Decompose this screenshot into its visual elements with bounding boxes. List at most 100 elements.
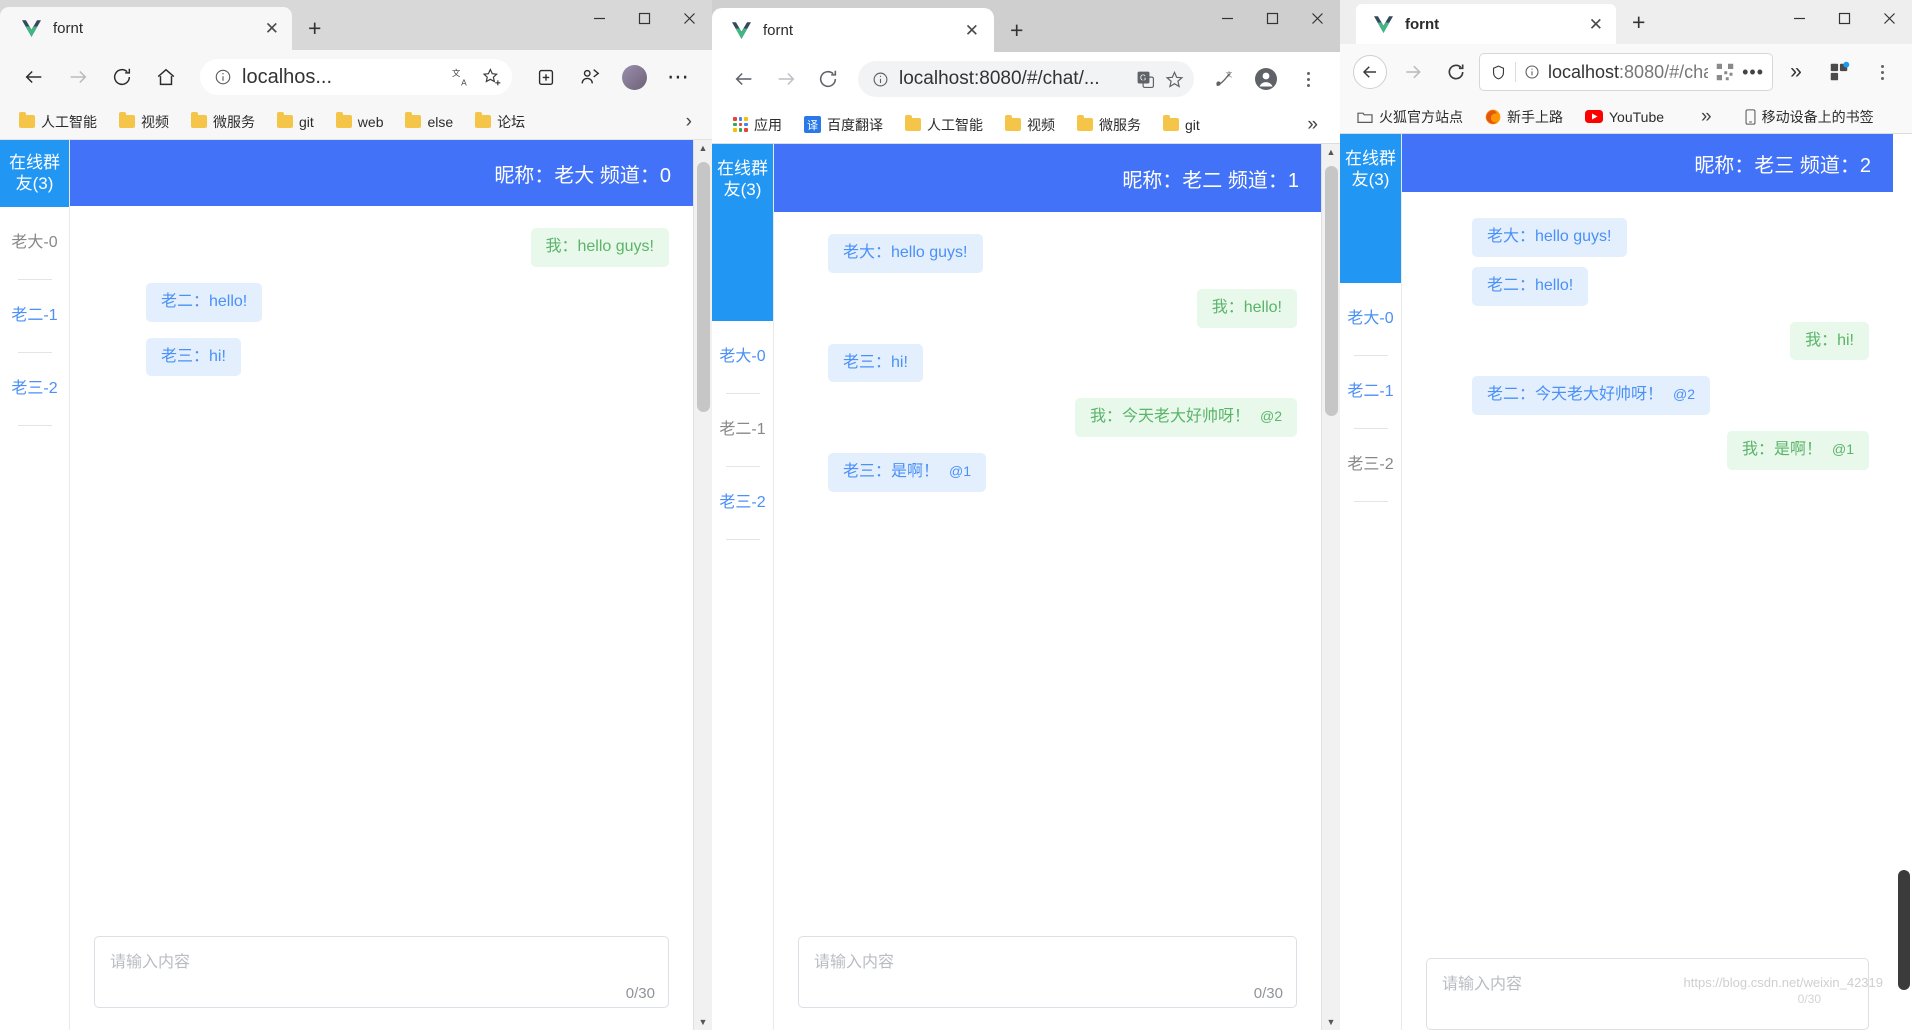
sidebar-user-item[interactable]: 老二-1 [1340, 356, 1401, 402]
back-icon[interactable] [14, 57, 54, 97]
bookmark-item[interactable]: 视频 [110, 109, 178, 135]
scroll-up-arrow[interactable]: ▲ [1327, 144, 1336, 160]
scroll-up-arrow[interactable]: ▲ [699, 140, 708, 156]
new-tab-button[interactable]: + [308, 15, 321, 42]
bookmark-item[interactable]: 人工智能 [896, 112, 992, 138]
page-scrollbar[interactable] [1893, 134, 1912, 1030]
bookmark-item[interactable]: else [396, 111, 462, 133]
bookmarks-overflow-icon[interactable]: › [676, 111, 702, 133]
address-bar[interactable]: localhost:8080/#/chat/... G [858, 61, 1194, 97]
maximize-button[interactable] [622, 0, 667, 36]
sidebar-user-item[interactable]: 老大-0 [1340, 283, 1401, 329]
browser-tab[interactable]: fornt ✕ [1356, 4, 1616, 44]
minimize-button[interactable] [577, 0, 622, 36]
info-icon[interactable] [1524, 64, 1540, 80]
kebab-menu-icon[interactable] [1288, 59, 1328, 99]
page-scrollbar[interactable]: ▲ ▼ [1321, 144, 1340, 1030]
translate-icon[interactable]: 文A [452, 67, 472, 87]
new-tab-button[interactable]: + [1632, 9, 1645, 36]
bookmark-item-mobile[interactable]: 移动设备上的书签 [1736, 104, 1883, 130]
bookmark-item[interactable]: 视频 [996, 112, 1064, 138]
bookmark-label: 微服务 [1099, 115, 1141, 135]
sidebar-user-item[interactable]: 老大-0 [712, 321, 773, 367]
firefox-tab-strip: fornt ✕ + [1340, 0, 1912, 44]
bookmark-item[interactable]: 译百度翻译 [795, 112, 892, 138]
bookmark-label: git [1185, 117, 1200, 133]
scrollbar-thumb[interactable] [1898, 870, 1910, 990]
extension-icon[interactable]: 文 [1204, 59, 1244, 99]
star-icon[interactable] [1165, 70, 1184, 89]
reload-icon[interactable] [808, 59, 848, 99]
translate-icon[interactable]: G [1136, 70, 1155, 89]
back-icon[interactable] [724, 59, 764, 99]
share-icon[interactable] [570, 57, 610, 97]
bookmark-item[interactable]: 论坛 [466, 109, 534, 135]
bookmark-item[interactable]: 新手上路 [1476, 104, 1572, 130]
close-button[interactable] [1295, 0, 1340, 36]
message-input[interactable]: 请输入内容 0/30 [94, 936, 669, 1008]
bookmark-item-apps[interactable]: 应用 [724, 112, 791, 138]
page-actions-icon[interactable]: ••• [1742, 62, 1764, 83]
minimize-button[interactable] [1205, 0, 1250, 36]
sidebar-user-item[interactable]: 老大-0 [0, 207, 69, 253]
scroll-down-arrow[interactable]: ▼ [699, 1014, 708, 1030]
sidebar-user-item[interactable]: 老三-2 [712, 467, 773, 513]
maximize-button[interactable] [1822, 0, 1867, 36]
bookmark-item[interactable]: 微服务 [1068, 112, 1150, 138]
bookmarks-overflow-icon[interactable]: » [1297, 114, 1328, 136]
close-button[interactable] [1867, 0, 1912, 36]
bookmarks-overflow-icon[interactable]: » [1691, 106, 1722, 128]
scroll-down-arrow[interactable]: ▼ [1327, 1014, 1336, 1030]
message-bubble: 我：hi! [1790, 322, 1869, 361]
avatar[interactable] [614, 57, 654, 97]
sidebar-user-item[interactable]: 老三-2 [1340, 429, 1401, 475]
sidebar-user-item[interactable]: 老三-2 [0, 353, 69, 399]
sidebar-user-item[interactable]: 老二-1 [712, 394, 773, 440]
bookmark-item[interactable]: web [327, 111, 393, 133]
extension-icon[interactable] [1819, 52, 1859, 92]
forward-icon [1393, 52, 1433, 92]
bookmark-item[interactable]: 人工智能 [10, 109, 106, 135]
info-icon[interactable] [214, 68, 232, 86]
message-input[interactable]: 请输入内容 0/30 [798, 936, 1297, 1008]
more-menu-icon[interactable]: ⋯ [658, 57, 698, 97]
bookmark-item[interactable]: 微服务 [182, 109, 264, 135]
scrollbar-thumb[interactable] [1325, 166, 1338, 416]
page-scrollbar[interactable]: ▲ ▼ [693, 140, 712, 1030]
star-icon[interactable] [482, 67, 502, 87]
info-icon[interactable] [872, 71, 889, 88]
browser-tab[interactable]: fornt ✕ [712, 8, 994, 52]
back-icon[interactable] [1350, 52, 1390, 92]
vue-logo-icon [22, 20, 41, 37]
message-bubble: 老二：hello! [1472, 267, 1588, 306]
reload-icon[interactable] [1436, 52, 1476, 92]
address-bar[interactable]: localhos... 文A [200, 59, 512, 95]
reload-icon[interactable] [102, 57, 142, 97]
close-button[interactable] [667, 0, 712, 36]
new-tab-button[interactable]: + [1010, 17, 1023, 44]
tab-title: fornt [763, 22, 950, 39]
tab-close-icon[interactable]: ✕ [1586, 13, 1606, 36]
home-icon[interactable] [146, 57, 186, 97]
sidebar-user-item[interactable]: 老二-1 [0, 280, 69, 326]
minimize-button[interactable] [1777, 0, 1822, 36]
qr-icon[interactable] [1716, 63, 1734, 81]
scrollbar-thumb[interactable] [697, 162, 710, 412]
forward-icon [766, 59, 806, 99]
bookmark-item[interactable]: git [1154, 114, 1209, 136]
bookmark-item[interactable]: 火狐官方站点 [1348, 104, 1472, 130]
collections-icon[interactable] [526, 57, 566, 97]
address-bar[interactable]: localhost:8080/#/chat/ ••• [1479, 53, 1773, 91]
tab-close-icon[interactable]: ✕ [262, 17, 282, 40]
bookmark-item[interactable]: YouTube [1576, 106, 1673, 128]
bookmark-item[interactable]: git [268, 111, 323, 133]
url-host: localhost [1548, 62, 1619, 82]
tab-close-icon[interactable]: ✕ [962, 19, 982, 42]
maximize-button[interactable] [1250, 0, 1295, 36]
message-row: 老二：今天老大好帅呀！@2 [1426, 376, 1869, 415]
browser-tab[interactable]: fornt ✕ [0, 7, 292, 50]
toolbar-overflow-icon[interactable]: » [1776, 52, 1816, 92]
profile-icon[interactable] [1246, 59, 1286, 99]
kebab-menu-icon[interactable] [1862, 52, 1902, 92]
shield-icon[interactable] [1490, 64, 1507, 81]
